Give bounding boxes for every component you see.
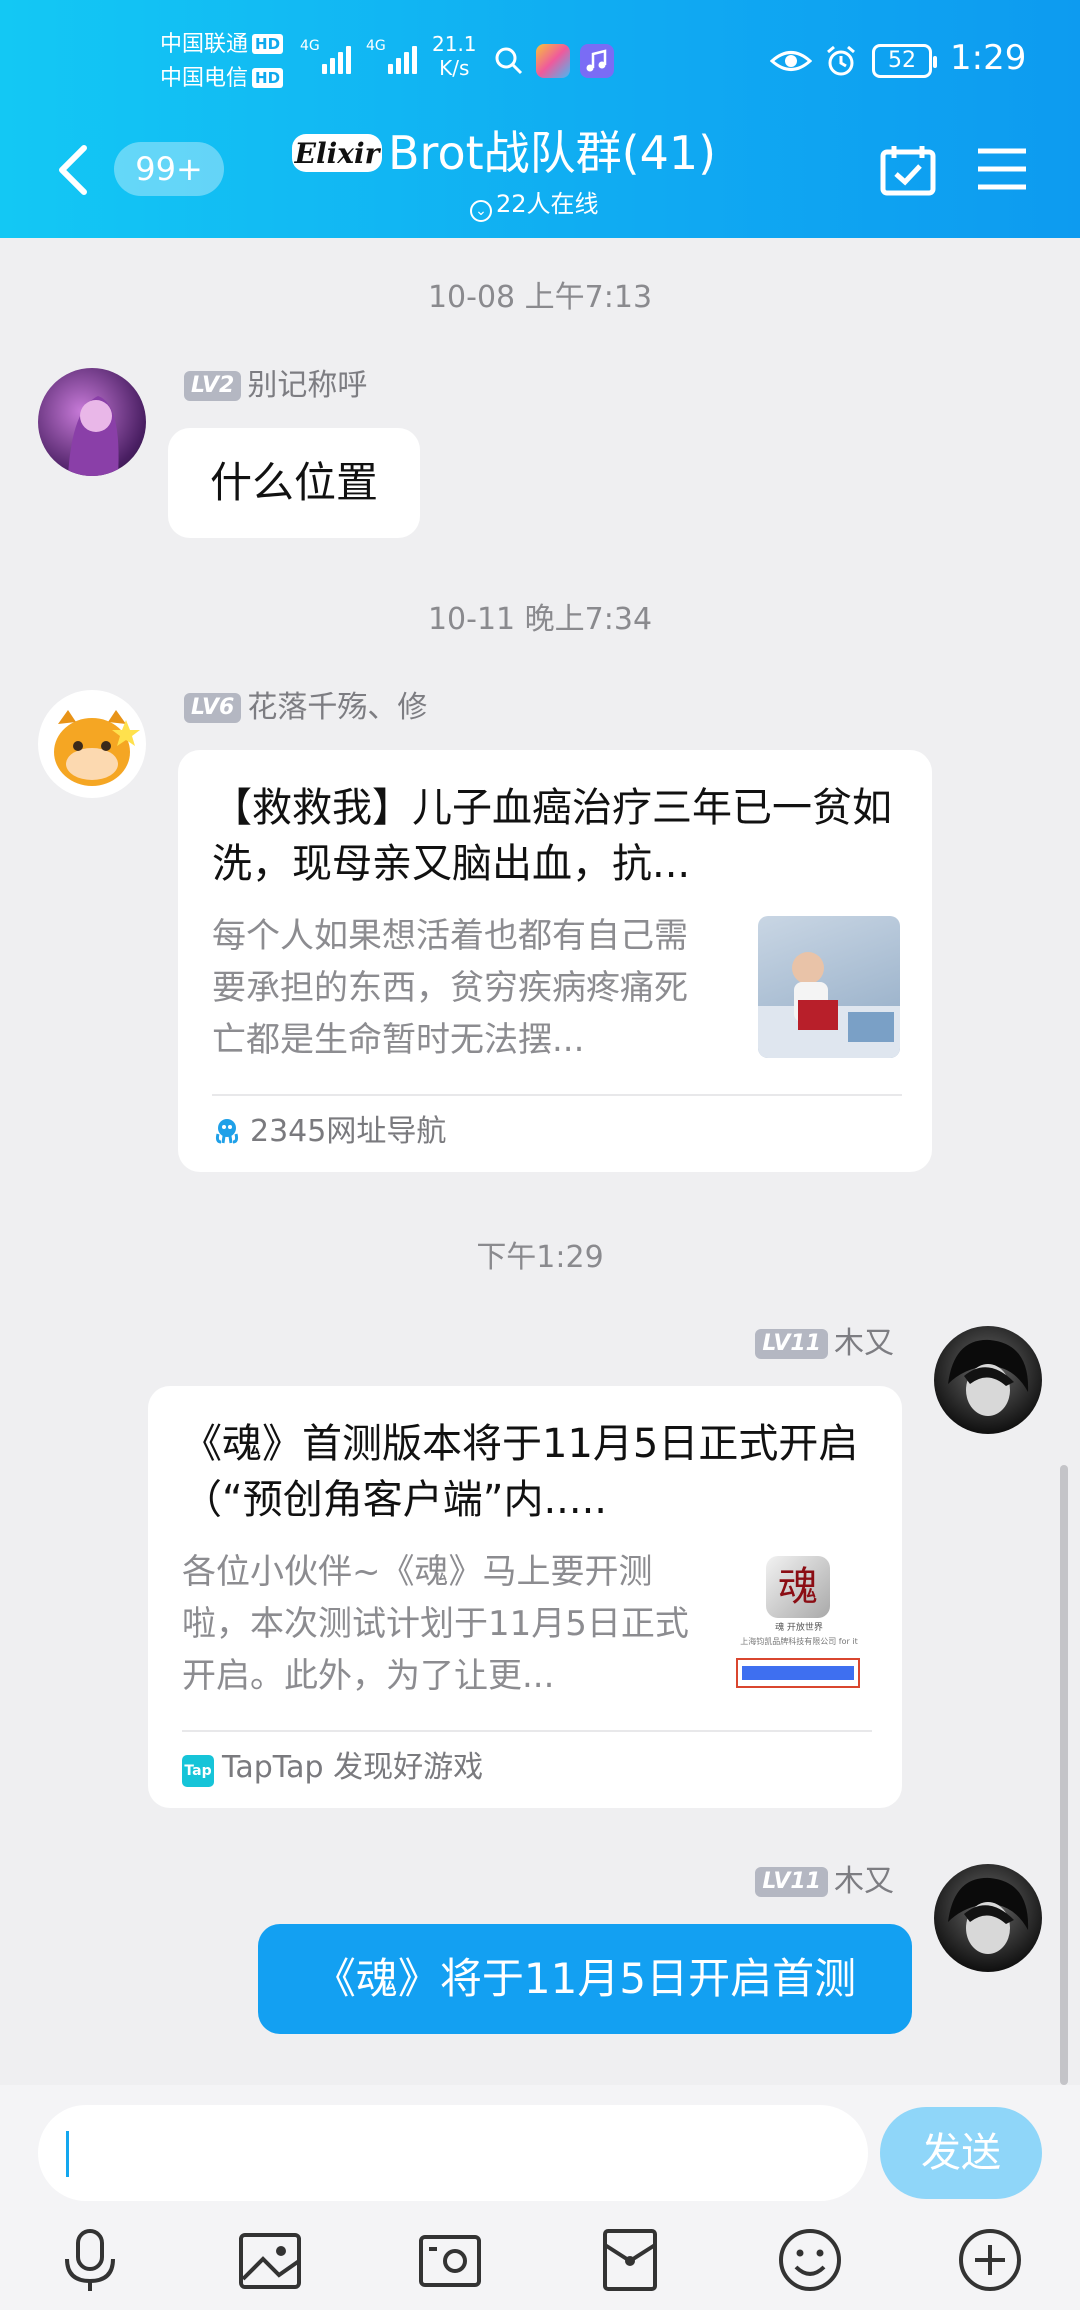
hd-badge: HD — [252, 68, 284, 88]
message-timestamp: 10-08 上午7:13 — [427, 280, 653, 315]
red-packet-icon[interactable] — [595, 2225, 665, 2295]
unread-count-badge[interactable]: 99+ — [114, 142, 224, 196]
send-button[interactable]: 发送 — [880, 2107, 1042, 2199]
message-input[interactable] — [38, 2105, 868, 2201]
search-icon — [495, 47, 523, 75]
signal-icon — [322, 42, 351, 74]
svg-text:Elixir: Elixir — [294, 137, 382, 170]
message-timestamp: 下午1:29 — [476, 1240, 604, 1275]
avatar[interactable] — [38, 368, 146, 476]
message-bubble[interactable]: 《魂》将于11月5日开启首测 — [258, 1924, 912, 2034]
chevron-down-icon: ⌄ — [470, 200, 492, 222]
battery-indicator: 52 — [872, 44, 937, 78]
source-icon — [215, 1119, 239, 1144]
level-badge: LV6 — [184, 693, 242, 723]
emoji-icon[interactable] — [775, 2225, 845, 2295]
level-badge: LV11 — [755, 1867, 828, 1897]
music-icon — [580, 44, 614, 78]
card-thumbnail — [758, 916, 900, 1058]
avatar[interactable] — [934, 1326, 1042, 1434]
card-title: 【救救我】儿子血癌治疗三年已一贫如洗，现母亲又脑出血，抗... — [212, 785, 892, 887]
avatar[interactable] — [934, 1864, 1042, 1972]
group-logo: Elixir — [292, 134, 382, 172]
card-title: 《魂》首测版本将于11月5日正式开启（“预创角客户端”内..... — [182, 1421, 859, 1523]
sender-name: LV11 木又 — [744, 1862, 894, 1902]
carrier-1: 中国联通 — [160, 32, 249, 57]
eye-icon — [770, 51, 812, 71]
image-icon[interactable] — [235, 2225, 305, 2295]
network-type: 4G — [300, 38, 320, 54]
card-source: Tap TapTap 发现好游戏 — [182, 1748, 483, 1788]
level-badge: LV2 — [184, 371, 242, 401]
mic-icon[interactable] — [55, 2225, 125, 2295]
online-count: ⌄ 22人在线 — [470, 184, 599, 222]
card-description: 各位小伙伴~《魂》马上要开测啦，本次测试计划于11月5日正式开启。此外，为了让更… — [182, 1552, 689, 1696]
link-card[interactable]: 【救救我】儿子血癌治疗三年已一贫如洗，现母亲又脑出血，抗... 每个人如果想活着… — [178, 750, 932, 1172]
card-description: 每个人如果想活着也都有自己需要承担的东西，贫穷疾病疼痛死亡都是生命暂时无法摆..… — [212, 916, 688, 1060]
card-source: 2345网址导航 — [212, 1112, 446, 1152]
carrier-2: 中国电信 — [160, 66, 249, 91]
avatar[interactable] — [38, 690, 146, 798]
thumb-frame — [736, 1658, 860, 1688]
menu-icon[interactable] — [976, 146, 1028, 192]
carrier-info: 中国联通 HD 中国电信 HD — [160, 28, 284, 96]
back-icon[interactable] — [50, 140, 94, 200]
signal-icon — [388, 42, 417, 74]
hd-badge: HD — [252, 34, 284, 54]
clock: 1:29 — [950, 38, 1027, 78]
plus-icon[interactable] — [955, 2225, 1025, 2295]
card-thumbnail: 魂 魂 开放世界 上海钧凯品牌科技有限公司 for it — [728, 1552, 870, 1694]
status-bar: 中国联通 HD 中国电信 HD 4G 4G 21.1 K/s 52 1:29 — [0, 0, 1080, 110]
sender-name: LV11 木又 — [744, 1324, 894, 1364]
taptap-icon: Tap — [182, 1755, 214, 1787]
text-caret — [66, 2131, 69, 2177]
game-logo: 魂 — [766, 1556, 830, 1618]
link-card[interactable]: 《魂》首测版本将于11月5日正式开启（“预创角客户端”内..... 各位小伙伴~… — [148, 1386, 902, 1808]
message-bubble[interactable]: 什么位置 — [168, 428, 420, 538]
network-type: 4G — [366, 38, 386, 54]
sender-name: LV6 花落千殇、修 — [184, 688, 427, 728]
header-bar: 中国联通 HD 中国电信 HD 4G 4G 21.1 K/s 52 1:29 99+ … — [0, 0, 1080, 238]
level-badge: LV11 — [755, 1329, 828, 1359]
scrollbar[interactable] — [1060, 1465, 1068, 2085]
input-panel: 发送 — [0, 2085, 1080, 2310]
calendar-check-icon[interactable] — [880, 144, 936, 196]
camera-icon[interactable] — [415, 2225, 485, 2295]
alarm-icon — [827, 45, 855, 76]
app-icon — [536, 44, 570, 78]
sender-name: LV2 别记称呼 — [184, 366, 367, 406]
net-speed: 21.1 K/s — [432, 32, 477, 80]
group-title[interactable]: Brot战队群(41) — [388, 122, 716, 184]
message-timestamp: 10-11 晚上7:34 — [427, 602, 653, 637]
